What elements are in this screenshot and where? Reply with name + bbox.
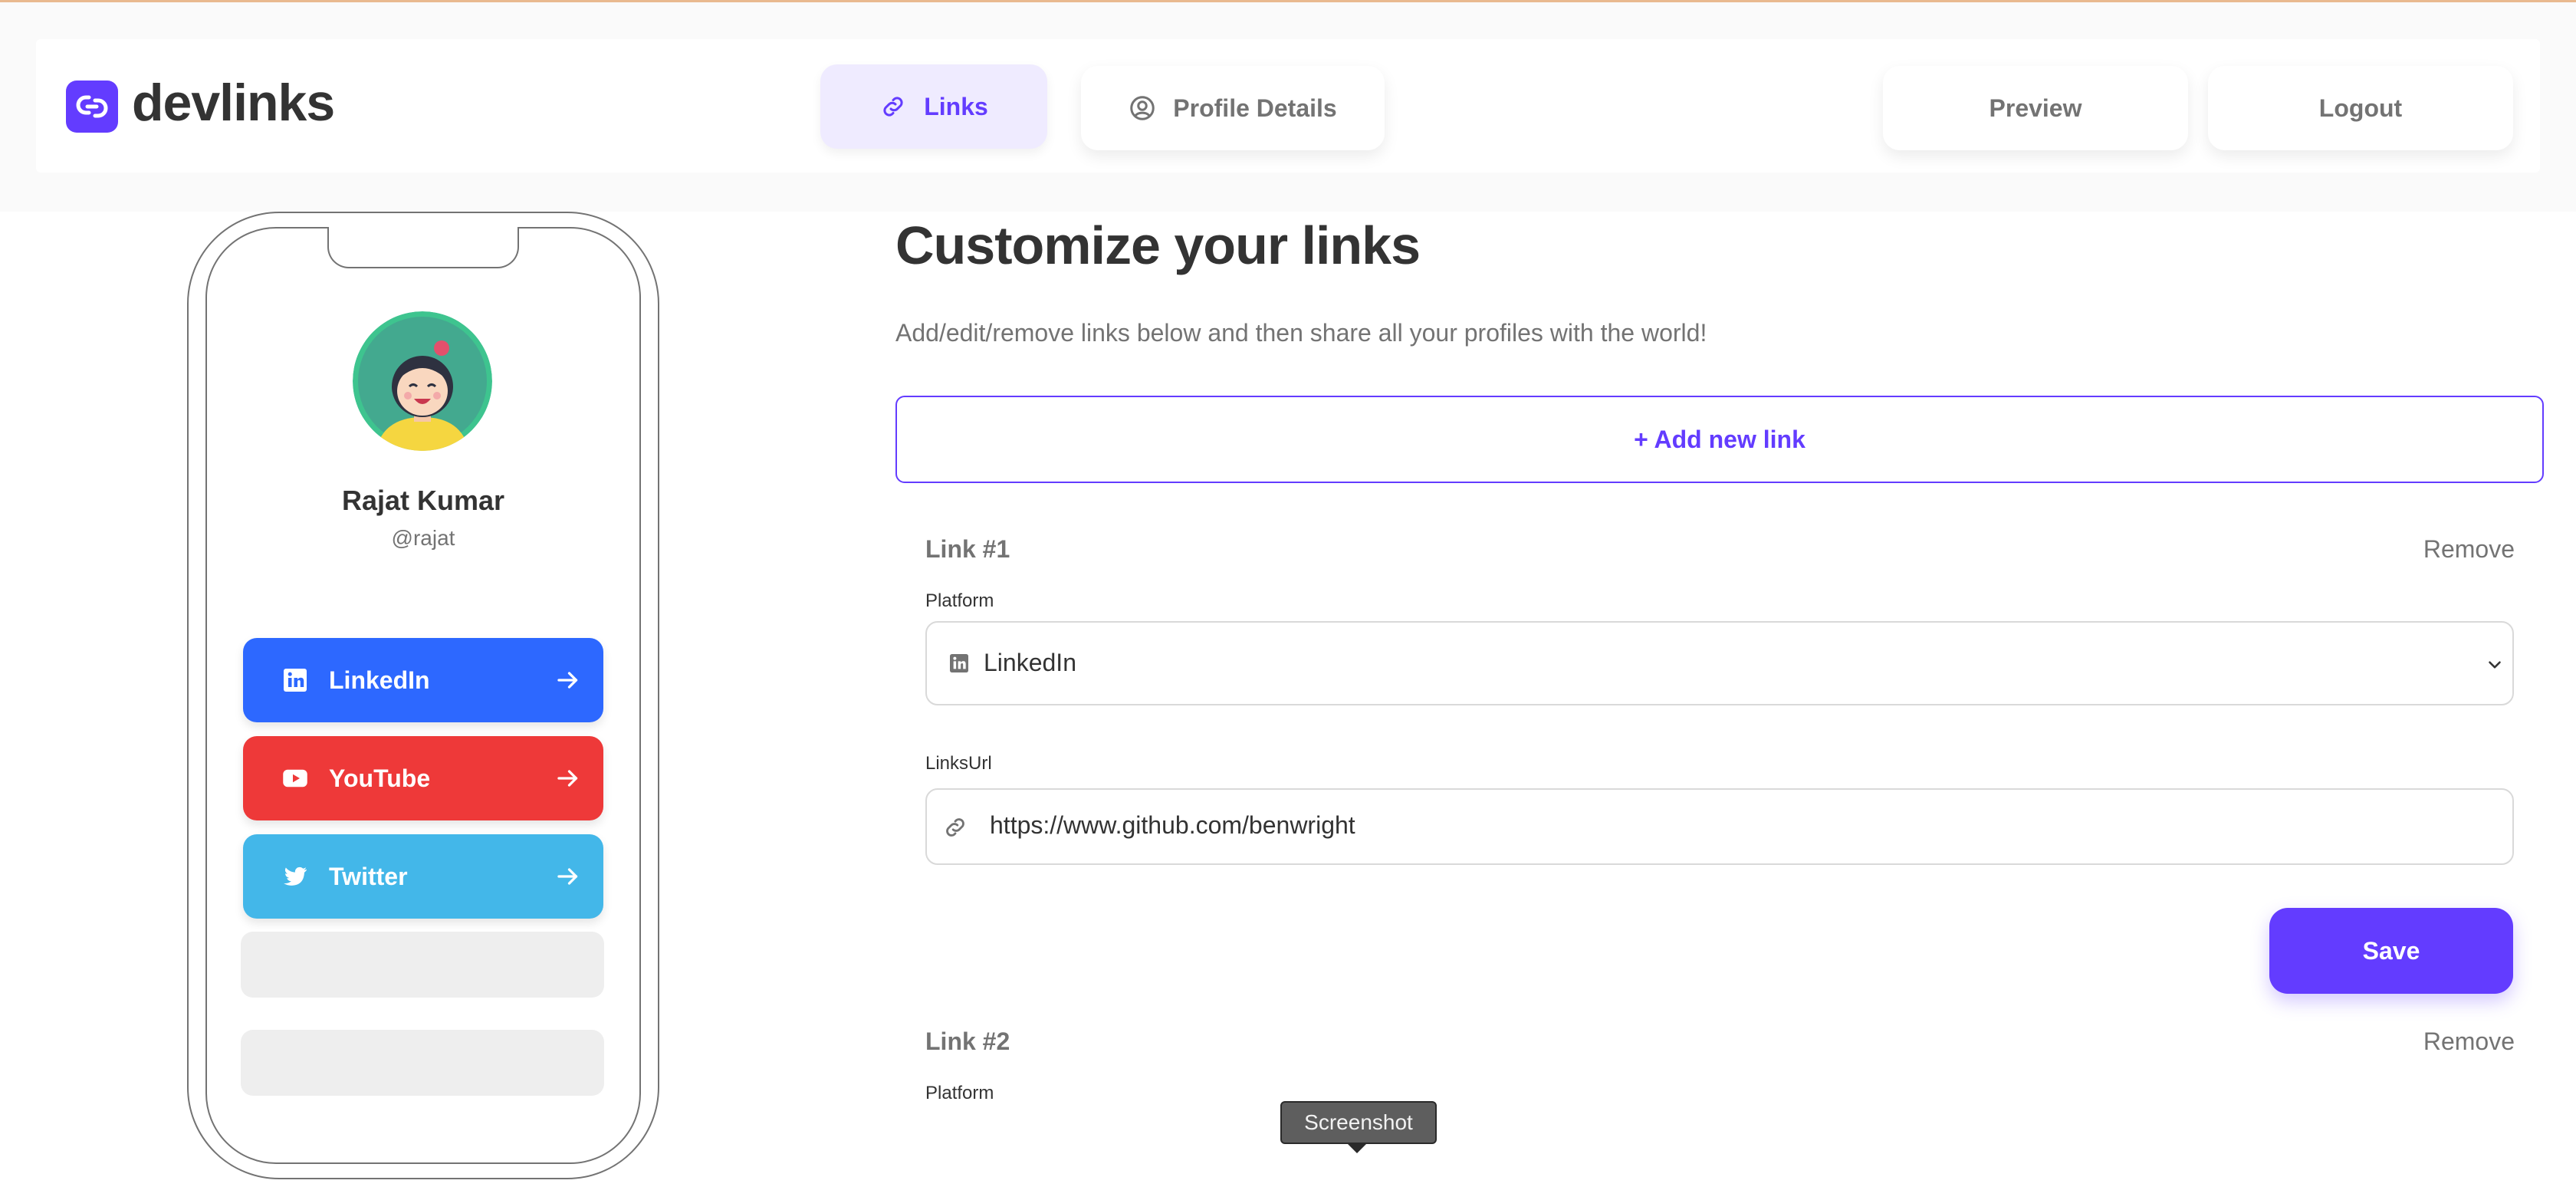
- link-2-platform-label: Platform: [925, 1083, 994, 1103]
- preview-link-linkedin[interactable]: LinkedIn: [243, 638, 603, 722]
- preview-button-label: Preview: [1989, 94, 2082, 122]
- preview-link-youtube[interactable]: YouTube: [243, 736, 603, 820]
- preview-link-twitter[interactable]: Twitter: [243, 834, 603, 919]
- link-1-url-value: https://www.github.com/benwright: [990, 811, 1355, 839]
- link-1-heading: Link #1: [925, 535, 1010, 563]
- link-1-url-input[interactable]: https://www.github.com/benwright: [925, 788, 2514, 865]
- profile-name: Rajat Kumar: [341, 485, 505, 516]
- link-1-url-label: LinksUrl: [925, 753, 992, 774]
- user-circle-icon: [1130, 96, 1155, 120]
- link-icon: [946, 818, 964, 837]
- youtube-icon: [283, 769, 307, 787]
- link-2-heading: Link #2: [925, 1028, 1010, 1055]
- preview-button[interactable]: Preview: [1883, 66, 2188, 150]
- link-1-platform-select[interactable]: LinkedIn: [925, 621, 2514, 705]
- add-new-link-button[interactable]: + Add new link: [895, 396, 2544, 483]
- link-1-platform-label: Platform: [925, 590, 994, 611]
- link-1-remove-button[interactable]: Remove: [2423, 535, 2515, 564]
- avatar-illustration-icon: [353, 311, 492, 451]
- preview-link-youtube-label: YouTube: [329, 764, 431, 792]
- tab-links-label: Links: [924, 92, 988, 120]
- app-name[interactable]: devlinks: [132, 73, 335, 133]
- devlinks-logo-icon[interactable]: [66, 81, 118, 133]
- tab-links[interactable]: Links: [820, 64, 1047, 149]
- twitter-icon: [284, 866, 307, 886]
- empty-link-placeholder: [241, 932, 604, 998]
- phone-notch: [327, 227, 519, 268]
- arrow-right-icon: [557, 672, 578, 689]
- logout-button[interactable]: Logout: [2208, 66, 2513, 150]
- tab-profile-details-label: Profile Details: [1173, 94, 1337, 122]
- page-title: Customize your links: [895, 215, 1421, 275]
- arrow-right-icon: [557, 868, 578, 885]
- save-button[interactable]: Save: [2269, 908, 2513, 994]
- chevron-down-icon: [2489, 661, 2501, 669]
- empty-link-placeholder: [241, 1030, 604, 1096]
- tooltip-pointer: [1346, 1143, 1368, 1153]
- screenshot-tooltip: Screenshot: [1280, 1101, 1437, 1144]
- profile-handle: @rajat: [391, 526, 455, 550]
- preview-link-twitter-label: Twitter: [329, 862, 408, 890]
- avatar: [353, 311, 492, 451]
- linkedin-icon: [950, 654, 968, 672]
- linkedin-icon: [284, 669, 307, 692]
- page-subtitle: Add/edit/remove links below and then sha…: [895, 319, 1707, 347]
- chain-link-icon: [76, 95, 108, 118]
- tab-profile-details[interactable]: Profile Details: [1081, 66, 1385, 150]
- logout-button-label: Logout: [2318, 94, 2403, 122]
- link-2-remove-button[interactable]: Remove: [2423, 1028, 2515, 1056]
- preview-link-linkedin-label: LinkedIn: [329, 666, 430, 694]
- link-icon: [883, 97, 903, 117]
- link-1-platform-value: LinkedIn: [984, 649, 1076, 676]
- arrow-right-icon: [557, 770, 578, 787]
